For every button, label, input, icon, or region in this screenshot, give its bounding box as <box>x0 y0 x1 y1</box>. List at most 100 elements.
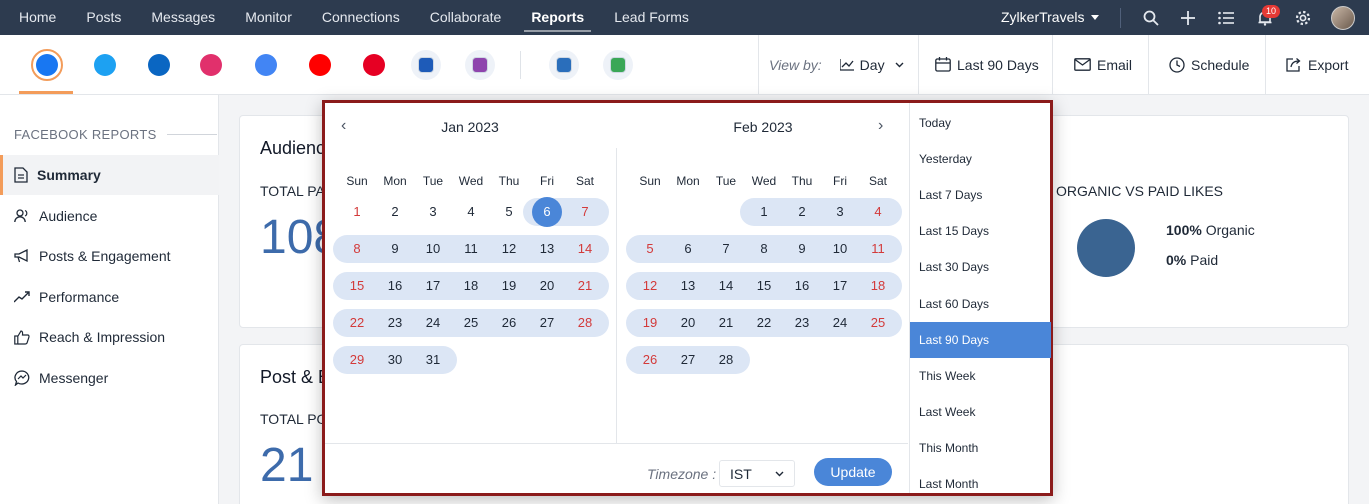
nav-item-connections[interactable]: Connections <box>307 0 415 35</box>
calendar-day[interactable]: 16 <box>376 272 414 300</box>
sidebar-item-posts-engagement[interactable]: Posts & Engagement <box>0 236 219 276</box>
preset-last-15-days[interactable]: Last 15 Days <box>910 213 1051 249</box>
preset-today[interactable]: Today <box>910 105 1051 141</box>
calendar-day[interactable]: 14 <box>566 235 604 263</box>
google-business-icon[interactable] <box>251 50 281 80</box>
calendar-day[interactable]: 12 <box>631 272 669 300</box>
calendar-day[interactable]: 26 <box>490 309 528 337</box>
calendar-day[interactable]: 6 <box>528 197 566 227</box>
facebook-icon[interactable] <box>31 49 63 81</box>
user-avatar[interactable] <box>1331 6 1355 30</box>
calendar-day[interactable]: 3 <box>821 198 859 226</box>
linked-circles-icon[interactable] <box>549 50 579 80</box>
timezone-select[interactable]: IST <box>719 460 795 487</box>
plus-icon[interactable] <box>1178 8 1198 28</box>
preset-last-90-days[interactable]: Last 90 Days <box>910 321 1051 358</box>
nav-item-collaborate[interactable]: Collaborate <box>415 0 517 35</box>
settings-gear-icon[interactable] <box>1293 8 1313 28</box>
calendar-day[interactable]: 19 <box>631 309 669 337</box>
twitter-icon[interactable] <box>90 50 120 80</box>
grid-app-icon[interactable] <box>411 50 441 80</box>
calendar-day[interactable]: 5 <box>631 235 669 263</box>
calendar-day[interactable]: 13 <box>669 272 707 300</box>
calendar-day[interactable]: 27 <box>528 309 566 337</box>
calendar-day[interactable]: 4 <box>859 198 897 226</box>
calendar-day[interactable]: 5 <box>490 198 528 226</box>
sidebar-item-audience[interactable]: Audience <box>0 196 219 236</box>
calendar-day[interactable]: 28 <box>707 346 745 374</box>
nav-item-home[interactable]: Home <box>4 0 71 35</box>
calendar-day[interactable]: 20 <box>528 272 566 300</box>
calendar-day[interactable]: 31 <box>414 346 452 374</box>
sidebar-item-performance[interactable]: Performance <box>0 277 219 317</box>
calendar-day[interactable]: 2 <box>783 198 821 226</box>
calendar-day[interactable]: 23 <box>376 309 414 337</box>
calendar-day[interactable]: 7 <box>707 235 745 263</box>
linkedin-page-icon[interactable] <box>144 50 174 80</box>
calendar-day[interactable]: 16 <box>783 272 821 300</box>
list-icon[interactable] <box>1216 8 1236 28</box>
calendar-day[interactable]: 26 <box>631 346 669 374</box>
account-switcher[interactable]: ZylkerTravels <box>1001 0 1099 35</box>
preset-yesterday[interactable]: Yesterday <box>910 141 1051 177</box>
calendar-day[interactable]: 17 <box>821 272 859 300</box>
update-button[interactable]: Update <box>814 458 892 486</box>
calendar-day[interactable]: 24 <box>821 309 859 337</box>
calendar-day[interactable]: 30 <box>376 346 414 374</box>
calendar-day[interactable]: 25 <box>452 309 490 337</box>
preset-last-week[interactable]: Last Week <box>910 394 1051 430</box>
calendar-day[interactable]: 1 <box>745 198 783 226</box>
calendar-day[interactable]: 2 <box>376 198 414 226</box>
nav-item-lead-forms[interactable]: Lead Forms <box>599 0 704 35</box>
calendar-day[interactable]: 13 <box>528 235 566 263</box>
schedule-button[interactable]: Schedule <box>1169 35 1249 94</box>
nav-item-reports[interactable]: Reports <box>516 0 599 35</box>
calendar-day[interactable]: 25 <box>859 309 897 337</box>
calendar-day[interactable]: 18 <box>859 272 897 300</box>
view-by-control[interactable]: View by: Day <box>769 35 904 94</box>
calendar-day[interactable]: 8 <box>338 235 376 263</box>
calendar-day[interactable]: 27 <box>669 346 707 374</box>
instagram-icon[interactable] <box>196 50 226 80</box>
email-button[interactable]: Email <box>1074 35 1132 94</box>
calendar-day[interactable]: 3 <box>414 198 452 226</box>
calendar-day[interactable]: 8 <box>745 235 783 263</box>
calendar-day[interactable]: 10 <box>821 235 859 263</box>
nav-item-posts[interactable]: Posts <box>71 0 136 35</box>
green-app-icon[interactable] <box>603 50 633 80</box>
preset-last-7-days[interactable]: Last 7 Days <box>910 177 1051 213</box>
nav-item-messages[interactable]: Messages <box>136 0 230 35</box>
calendar-day[interactable]: 15 <box>745 272 783 300</box>
calendar-day[interactable]: 24 <box>414 309 452 337</box>
calendar-day[interactable]: 14 <box>707 272 745 300</box>
calendar-day[interactable]: 6 <box>669 235 707 263</box>
calendar-day[interactable]: 19 <box>490 272 528 300</box>
purple-app-icon[interactable] <box>465 50 495 80</box>
sidebar-item-messenger[interactable]: Messenger <box>0 358 219 398</box>
youtube-icon[interactable] <box>305 50 335 80</box>
date-range-button[interactable]: Last 90 Days <box>935 35 1039 94</box>
calendar-day[interactable]: 12 <box>490 235 528 263</box>
sidebar-item-reach-impression[interactable]: Reach & Impression <box>0 317 219 357</box>
calendar-day[interactable]: 18 <box>452 272 490 300</box>
preset-last-month[interactable]: Last Month <box>910 466 1051 502</box>
pinterest-icon[interactable] <box>359 50 389 80</box>
calendar-day[interactable]: 10 <box>414 235 452 263</box>
calendar-day[interactable]: 11 <box>859 235 897 263</box>
calendar-day[interactable]: 20 <box>669 309 707 337</box>
calendar-day[interactable]: 1 <box>338 198 376 226</box>
sidebar-item-summary[interactable]: Summary <box>0 155 219 195</box>
preset-last-60-days[interactable]: Last 60 Days <box>910 286 1051 322</box>
calendar-day[interactable]: 21 <box>707 309 745 337</box>
nav-item-monitor[interactable]: Monitor <box>230 0 307 35</box>
calendar-day[interactable]: 28 <box>566 309 604 337</box>
calendar-day[interactable]: 15 <box>338 272 376 300</box>
calendar-day[interactable]: 22 <box>745 309 783 337</box>
export-button[interactable]: Export <box>1286 35 1348 94</box>
calendar-day[interactable]: 4 <box>452 198 490 226</box>
calendar-day[interactable]: 11 <box>452 235 490 263</box>
preset-this-week[interactable]: This Week <box>910 358 1051 394</box>
calendar-day[interactable]: 23 <box>783 309 821 337</box>
calendar-day[interactable]: 9 <box>376 235 414 263</box>
calendar-day[interactable]: 9 <box>783 235 821 263</box>
